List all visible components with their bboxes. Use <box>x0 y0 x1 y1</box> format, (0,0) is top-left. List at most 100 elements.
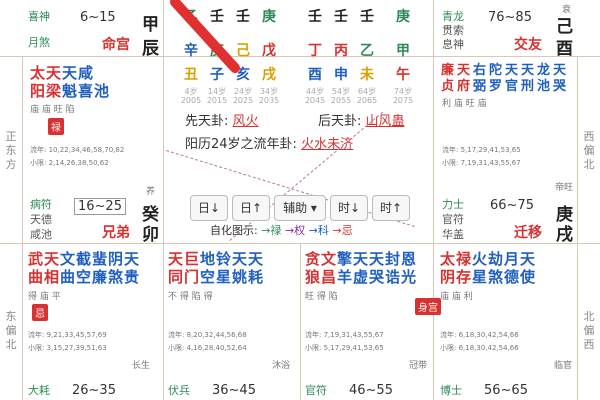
sihua-ke: →科 <box>308 224 329 237</box>
sihua-quan: →权 <box>284 224 306 237</box>
star-char: 德 <box>504 268 521 286</box>
star-row1: 天巨地铃天天 <box>168 250 264 268</box>
dayun-stem: 戊 <box>262 43 276 59</box>
xiaoxian-years: 小限: 5,17,29,41,53,65 <box>305 344 384 352</box>
xiantian-value[interactable]: 风火 <box>233 114 259 129</box>
star-char: 天 <box>369 250 386 268</box>
dayun-stem-top: 庚 <box>396 9 410 25</box>
branch-label: 辰 <box>142 39 159 59</box>
dayun-stem: 丙 <box>334 43 348 59</box>
hour-down-button[interactable]: 时↓ <box>330 195 368 221</box>
star-char: 弼 <box>472 79 487 94</box>
star-char: 空 <box>200 268 217 286</box>
star-char: 廉 <box>92 268 109 286</box>
star-row2: 贞府弼罗官刑池哭 <box>440 78 568 96</box>
star-char: 恩 <box>401 250 418 268</box>
xiaoxian-years: 小限: 4,16,28,40,52,64 <box>168 344 247 352</box>
range-label: 26~35 <box>72 383 116 398</box>
star-char: 阴 <box>440 268 457 286</box>
star-char: 煞 <box>488 268 505 286</box>
star-char: 火 <box>472 250 489 268</box>
hour-up-button[interactable]: 时↑ <box>372 195 410 221</box>
god-label: 大耗 <box>28 384 50 397</box>
dayun-stem: 乙 <box>360 43 374 59</box>
liunian-years: 流年: 9,21,33,45,57,69 <box>28 331 107 339</box>
god-xishen: 喜神 <box>28 10 50 23</box>
stem-label: 甲 <box>142 15 159 35</box>
direction-left-lower: 东偏北 <box>5 310 17 351</box>
star-char: 天 <box>44 250 61 268</box>
badge: 忌 <box>32 304 48 321</box>
star-char: 天 <box>232 250 249 268</box>
sihua-legend: 自化图示: →禄 →权 →科 →忌 <box>210 222 353 238</box>
star-char: 星 <box>216 268 233 286</box>
star-char: 禄 <box>456 250 473 268</box>
star-char: 贪 <box>305 250 322 268</box>
star-char: 煞 <box>108 268 125 286</box>
star-char: 羊 <box>337 268 354 286</box>
star-char: 姚 <box>232 268 249 286</box>
lu-badge: 禄 <box>48 118 64 135</box>
liunian-years: 流年: 8,20,32,44,56,68 <box>168 331 247 339</box>
star-char: 文 <box>321 250 338 268</box>
dayun-branch: 申 <box>334 67 348 83</box>
range-label: 36~45 <box>212 383 256 398</box>
star-char: 喜 <box>78 82 95 100</box>
tiny-label: 沐浴 <box>272 361 291 371</box>
xiantian-label: 先天卦: <box>185 114 229 129</box>
tiny-label: 养 <box>146 187 156 197</box>
god-tiande: 天德 <box>30 213 52 226</box>
day-down-button[interactable]: 日↓ <box>190 195 228 221</box>
star-char: 官 <box>504 79 519 94</box>
branch-label: 卯 <box>142 225 159 245</box>
star-char: 哭 <box>552 79 567 94</box>
god-huagai: 华盖 <box>442 228 464 241</box>
star-char: 耗 <box>248 268 265 286</box>
star-char: 相 <box>44 268 61 286</box>
direction-right-lower: 北偏西 <box>583 310 595 351</box>
star-char: 狼 <box>305 268 322 286</box>
star-char: 哭 <box>369 268 386 286</box>
star-char: 巨 <box>184 250 201 268</box>
dayun-year: 2065 <box>356 96 378 105</box>
star-row2: 狼昌羊虚哭诰光 <box>305 268 417 286</box>
brightness: 庙 庙 利 <box>440 292 473 302</box>
god-label: 博士 <box>440 384 462 397</box>
palace-name: 迁移 <box>514 225 542 241</box>
star-char: 封 <box>385 250 402 268</box>
star-char: 梁 <box>46 82 63 100</box>
xiaoxian-years: 小限: 3,15,27,39,51,63 <box>28 344 107 352</box>
brightness: 旺 得 陷 <box>305 292 338 302</box>
xiantian-row: 先天卦: 风火 <box>185 110 259 129</box>
star-char: 曲 <box>60 268 77 286</box>
star-char: 门 <box>184 268 201 286</box>
star-char: 武 <box>28 250 45 268</box>
star-char: 阴 <box>108 250 125 268</box>
god-yuesha: 月煞 <box>28 36 50 49</box>
dayun-branch: 午 <box>396 67 410 83</box>
god-bingfu: 病符 <box>30 198 52 211</box>
range-label: 76~85 <box>488 10 532 25</box>
houtian-row: 后天卦: 山风蛊 <box>318 110 405 129</box>
star-char: 咸 <box>78 64 95 82</box>
tiny-label: 长生 <box>132 361 151 371</box>
liunian-years: 流年: 7,19,31,43,55,67 <box>305 331 384 339</box>
range-label: 46~55 <box>349 383 393 398</box>
dayun-year: 2035 <box>258 96 280 105</box>
tiny-label: 临官 <box>554 361 573 371</box>
auxiliary-dropdown[interactable]: 辅助 ▾ <box>274 195 326 221</box>
dayun-stem-top: 壬 <box>334 9 348 25</box>
star-char: 府 <box>456 79 471 94</box>
palace-name: 交友 <box>514 37 542 53</box>
pointer-arrow-icon <box>170 0 240 73</box>
god-lishi: 力士 <box>442 198 464 211</box>
day-up-button[interactable]: 日↑ <box>232 195 270 221</box>
range-label: 6~15 <box>80 10 116 25</box>
star-char: 曲 <box>28 268 45 286</box>
star-char: 光 <box>401 268 418 286</box>
dayun-branch: 戌 <box>262 67 276 83</box>
star-char: 池 <box>536 79 551 94</box>
star-char: 文 <box>60 250 77 268</box>
star-char: 擎 <box>337 250 354 268</box>
dayun-year: 2075 <box>392 96 414 105</box>
